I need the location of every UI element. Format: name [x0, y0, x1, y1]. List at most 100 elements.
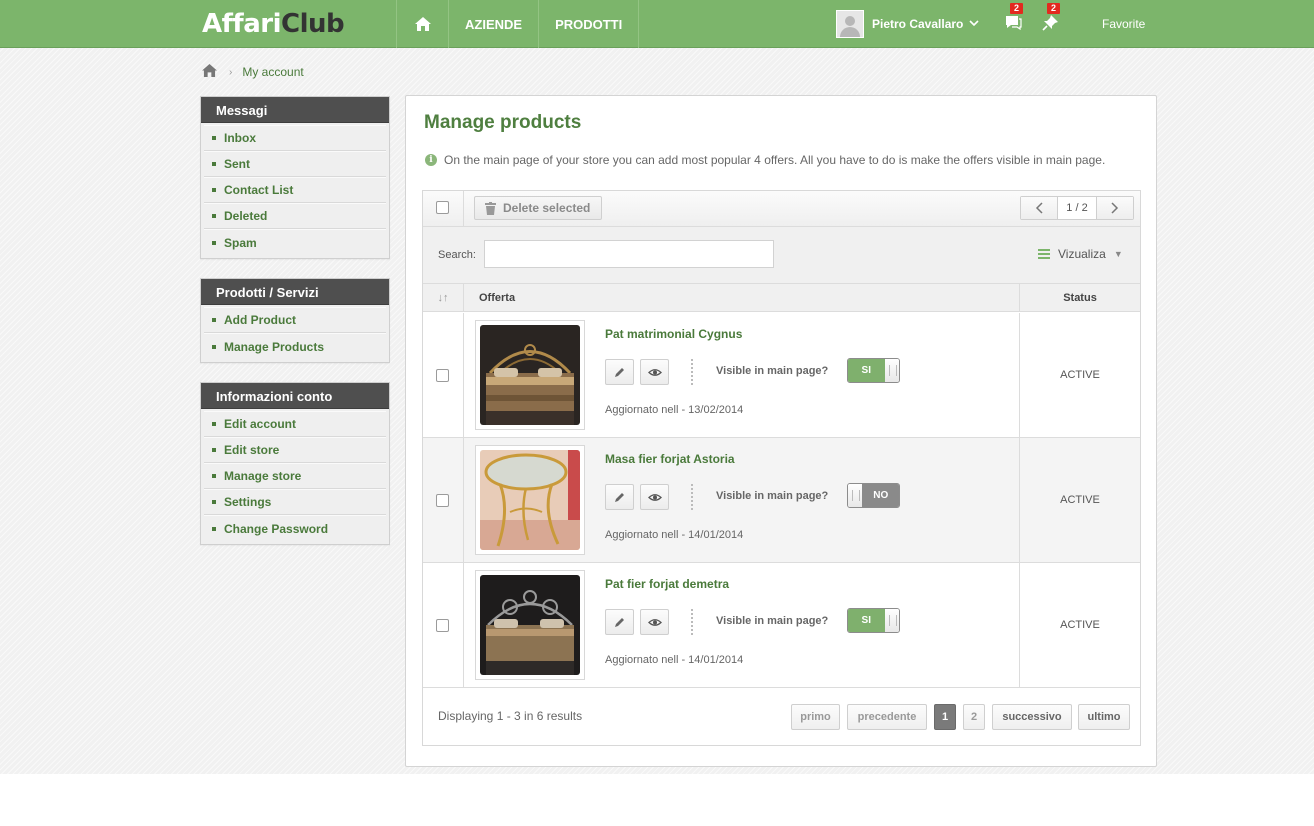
sidebar-item-label: Manage Products: [224, 339, 325, 354]
nav-home[interactable]: [396, 0, 448, 48]
toggle-value: SI: [848, 609, 885, 632]
top-bar: AffariClub AZIENDE PRODOTTI Pietro Caval…: [0, 0, 1314, 48]
sidebar-item-edit-account[interactable]: Edit account: [204, 411, 386, 437]
bullet-icon: [212, 448, 216, 452]
nav-aziende[interactable]: AZIENDE: [448, 0, 538, 48]
breadcrumb-current[interactable]: My account: [242, 65, 303, 79]
view-button[interactable]: [640, 484, 669, 510]
sidebar-item-change-password[interactable]: Change Password: [204, 515, 386, 541]
toggle-value: SI: [848, 359, 885, 382]
visible-toggle[interactable]: SI: [847, 358, 900, 383]
page-last-button[interactable]: ultimo: [1078, 704, 1130, 730]
sidebar-item-contact-list[interactable]: Contact List: [204, 177, 386, 203]
status-text: ACTIVE: [1019, 438, 1140, 562]
bullet-icon: [212, 188, 216, 192]
pager-prev-button[interactable]: [1021, 197, 1057, 219]
page-first-button[interactable]: primo: [791, 704, 840, 730]
column-offer[interactable]: Offerta: [479, 292, 515, 304]
visible-label: Visible in main page?: [716, 490, 829, 502]
edit-button[interactable]: [605, 359, 634, 385]
product-image[interactable]: [475, 320, 585, 430]
divider: [691, 484, 693, 510]
logo[interactable]: AffariClub: [202, 8, 345, 40]
updated-date: Aggiornato nell - 14/01/2014: [605, 529, 744, 541]
column-status[interactable]: Status: [1019, 284, 1140, 311]
status-text: ACTIVE: [1019, 563, 1140, 687]
bullet-icon: [212, 526, 216, 531]
select-all-cell: [423, 191, 464, 226]
page-number-button[interactable]: 2: [963, 704, 985, 730]
info-text: On the main page of your store you can a…: [444, 153, 1106, 167]
sidebar-section-title: Informazioni conto: [201, 383, 389, 409]
notifications-button[interactable]: 2: [1041, 3, 1061, 34]
visible-toggle[interactable]: NO: [847, 483, 900, 508]
avatar: [836, 10, 864, 38]
nav-prodotti[interactable]: PRODOTTI: [538, 0, 640, 48]
sidebar-section-messagi: Messagi Inbox Sent Contact List Deleted …: [200, 96, 390, 259]
results-count: Displaying 1 - 3 in 6 results: [438, 709, 583, 723]
page-prev-button[interactable]: precedente: [847, 704, 927, 730]
view-menu[interactable]: Vizualiza ▼: [1038, 247, 1123, 261]
breadcrumb-home-icon[interactable]: [202, 64, 217, 80]
user-menu[interactable]: Pietro Cavallaro: [836, 10, 979, 38]
sidebar-item-label: Inbox: [224, 131, 256, 145]
view-button[interactable]: [640, 359, 669, 385]
chevron-right-icon: [1111, 202, 1119, 214]
row-checkbox[interactable]: [436, 494, 449, 507]
chevron-down-icon: [969, 18, 979, 30]
bullet-icon: [212, 422, 216, 426]
grid-toolbar: Delete selected 1 / 2: [423, 191, 1140, 227]
product-name[interactable]: Pat matrimonial Cygnus: [605, 327, 742, 341]
product-name[interactable]: Pat fier forjat demetra: [605, 577, 729, 591]
messages-button[interactable]: 2: [1004, 3, 1024, 34]
table-row: Masa fier forjat Astoria Visible in main…: [423, 438, 1140, 563]
sidebar-item-manage-store[interactable]: Manage store: [204, 463, 386, 489]
table-row: Pat fier forjat demetra Visible in main …: [423, 563, 1140, 688]
sidebar-item-settings[interactable]: Settings: [204, 489, 386, 515]
product-image[interactable]: [475, 570, 585, 680]
edit-button[interactable]: [605, 484, 634, 510]
sidebar-item-manage-products[interactable]: Manage Products: [204, 333, 386, 359]
select-all-checkbox[interactable]: [436, 201, 449, 214]
sidebar-item-inbox[interactable]: Inbox: [204, 125, 386, 151]
breadcrumb: › My account: [202, 64, 304, 80]
toggle-knob: [884, 609, 899, 632]
favorite-link[interactable]: Favorite: [1102, 17, 1145, 31]
bullet-icon: [212, 240, 216, 245]
sidebar-item-spam[interactable]: Spam: [204, 229, 386, 255]
breadcrumb-separator-icon: ›: [229, 66, 233, 78]
row-checkbox[interactable]: [436, 369, 449, 382]
toggle-knob: [884, 359, 899, 382]
page-number-button[interactable]: 1: [934, 704, 956, 730]
chat-bubble-icon: [1006, 16, 1022, 31]
search-label: Search:: [438, 249, 476, 261]
view-button[interactable]: [640, 609, 669, 635]
page-next-button[interactable]: successivo: [992, 704, 1072, 730]
product-image[interactable]: [475, 445, 585, 555]
updated-date: Aggiornato nell - 13/02/2014: [605, 404, 744, 416]
info-icon: i: [425, 154, 437, 166]
bullet-icon: [212, 344, 216, 349]
page-indicator: 1 / 2: [1057, 197, 1097, 219]
sidebar-item-edit-store[interactable]: Edit store: [204, 437, 386, 463]
sort-icon[interactable]: ↓↑: [423, 284, 464, 311]
edit-button[interactable]: [605, 609, 634, 635]
pager-next-button[interactable]: [1097, 197, 1133, 219]
sidebar-item-sent[interactable]: Sent: [204, 151, 386, 177]
divider: [691, 359, 693, 385]
search-input[interactable]: [484, 240, 774, 268]
table-row: Pat matrimonial Cygnus Visible in main p…: [423, 313, 1140, 438]
visible-toggle[interactable]: SI: [847, 608, 900, 633]
sidebar-item-deleted[interactable]: Deleted: [204, 203, 386, 229]
row-checkbox[interactable]: [436, 619, 449, 632]
sidebar-item-add-product[interactable]: Add Product: [204, 307, 386, 333]
search-bar: Search: Vizualiza ▼: [423, 227, 1140, 284]
sidebar-item-label: Settings: [224, 495, 272, 509]
trash-icon: [485, 201, 496, 215]
sidebar-item-label: Spam: [224, 235, 257, 250]
product-name[interactable]: Masa fier forjat Astoria: [605, 452, 735, 466]
bullet-icon: [212, 136, 216, 140]
delete-selected-button[interactable]: Delete selected: [474, 196, 602, 220]
logo-part-club: Club: [281, 9, 345, 39]
bullet-icon: [212, 500, 216, 504]
